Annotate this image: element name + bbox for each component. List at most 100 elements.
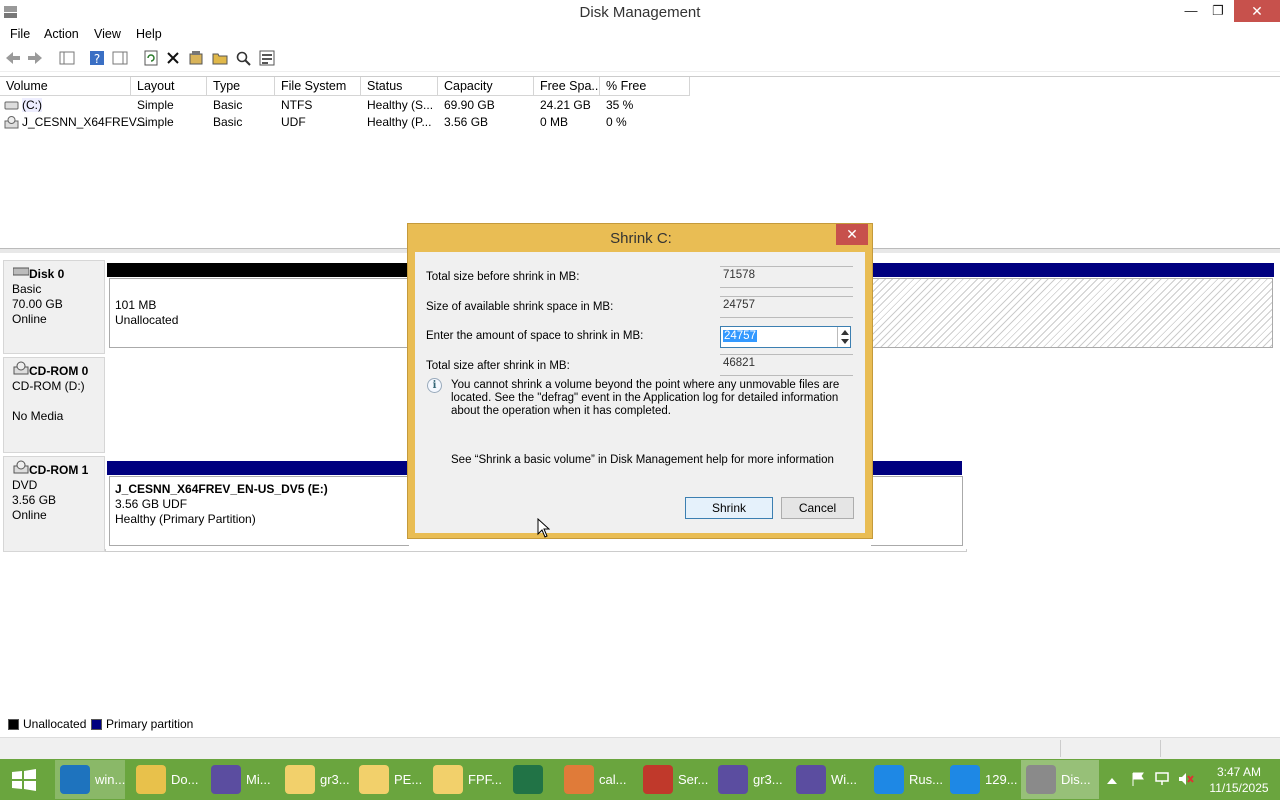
dvd-icon bbox=[13, 460, 29, 474]
taskbar-item-label: gr3... bbox=[753, 772, 783, 787]
taskbar-item[interactable]: Ser... bbox=[638, 760, 708, 799]
shrink-amount-spinner[interactable] bbox=[837, 327, 851, 347]
disk-row-border bbox=[105, 549, 967, 552]
cell-type: Basic bbox=[213, 115, 243, 129]
cell-free-space: 24.21 GB bbox=[540, 98, 591, 112]
partition-status: Healthy (Primary Partition) bbox=[115, 512, 256, 526]
taskbar-item-label: win... bbox=[95, 772, 126, 787]
column-header-volume[interactable]: Volume bbox=[0, 77, 131, 96]
taskbar-item-label: PE... bbox=[394, 772, 423, 787]
unallocated-partition[interactable]: 101 MB Unallocated bbox=[109, 278, 409, 348]
shrink-amount-input[interactable]: 24757 bbox=[720, 326, 851, 348]
disk-0-header[interactable]: Disk 0 Basic 70.00 GB Online bbox=[3, 260, 105, 354]
sync-icon bbox=[950, 765, 980, 794]
after-shrink-field: 46821 bbox=[720, 354, 853, 376]
forward-icon[interactable] bbox=[26, 49, 44, 67]
cell-capacity: 3.56 GB bbox=[444, 115, 489, 129]
start-windows-icon[interactable] bbox=[10, 769, 38, 791]
taskbar-item[interactable]: Dis... bbox=[1021, 760, 1099, 799]
disk-size bbox=[12, 394, 104, 409]
properties-icon[interactable] bbox=[187, 49, 205, 67]
dialog-title: Shrink C: bbox=[610, 230, 672, 247]
taskbar-item[interactable]: FPF... bbox=[428, 760, 502, 799]
column-header-free-space[interactable]: Free Spa... bbox=[534, 77, 600, 96]
cell-layout: Simple bbox=[137, 115, 174, 129]
legend-unallocated: Unallocated bbox=[23, 717, 87, 731]
cell-type: Basic bbox=[213, 98, 243, 112]
tray-overflow-icon[interactable] bbox=[1107, 776, 1117, 784]
partition-name: J_CESNN_X64FREV_EN-US_DV5 (E:) bbox=[115, 482, 328, 496]
table-row[interactable]: (C:) Simple Basic NTFS Healthy (S... 69.… bbox=[0, 97, 700, 114]
cell-layout: Simple bbox=[137, 98, 174, 112]
taskbar-item[interactable]: cal... bbox=[559, 760, 631, 799]
taskbar-item-label: cal... bbox=[599, 772, 627, 787]
cdrom-0-header[interactable]: CD-ROM 0 CD-ROM (D:) No Media bbox=[3, 357, 105, 453]
column-header-capacity[interactable]: Capacity bbox=[438, 77, 534, 96]
taskbar-item[interactable]: Mi... bbox=[206, 760, 274, 799]
action-center-flag-icon[interactable] bbox=[1131, 772, 1145, 786]
clock[interactable]: 3:47 AM 11/15/2025 bbox=[1200, 764, 1278, 796]
taskbar-item[interactable]: Do... bbox=[131, 760, 201, 799]
taskbar-item[interactable]: Rus... bbox=[869, 760, 943, 799]
cell-percent-free: 0 % bbox=[606, 115, 627, 129]
column-header-percent-free[interactable]: % Free bbox=[600, 77, 690, 96]
network-tray-icon[interactable] bbox=[1154, 772, 1170, 786]
info-icon: i bbox=[427, 378, 442, 393]
taskbar-item-label: Ser... bbox=[678, 772, 709, 787]
taskbar-item[interactable]: win... bbox=[55, 760, 125, 799]
column-header-status[interactable]: Status bbox=[361, 77, 438, 96]
menu-view[interactable]: View bbox=[94, 27, 121, 41]
shrink-button[interactable]: Shrink bbox=[685, 497, 773, 519]
menu-action[interactable]: Action bbox=[44, 27, 79, 41]
volume-muted-icon[interactable] bbox=[1178, 772, 1194, 786]
drive-icon bbox=[4, 101, 19, 110]
cell-status: Healthy (S... bbox=[367, 98, 434, 112]
table-row[interactable]: J_CESNN_X64FREV... Simple Basic UDF Heal… bbox=[0, 114, 700, 131]
chevron-up-icon[interactable] bbox=[841, 329, 849, 335]
maximize-button[interactable]: ❐ bbox=[1198, 0, 1238, 22]
taskbar-item[interactable]: Wi... bbox=[791, 760, 863, 799]
dialog-close-button[interactable]: ✕ bbox=[836, 224, 868, 245]
after-shrink-label: Total size after shrink in MB: bbox=[426, 360, 570, 372]
taskbar: win... Do... Mi... gr3... PE... FPF... cal... S… bbox=[0, 759, 1280, 800]
open-folder-icon[interactable] bbox=[211, 49, 229, 67]
column-header-type[interactable]: Type bbox=[207, 77, 275, 96]
taskbar-item[interactable] bbox=[508, 760, 553, 799]
shrink-dialog: Shrink C: ✕ Total size before shrink in … bbox=[407, 223, 873, 539]
search-icon[interactable] bbox=[234, 49, 252, 67]
taskbar-item[interactable]: 129... bbox=[945, 760, 1018, 799]
partition-size: 101 MB bbox=[115, 298, 157, 312]
dvd-partition[interactable]: J_CESNN_X64FREV_EN-US_DV5 (E:) 3.56 GB U… bbox=[109, 476, 409, 546]
disk-size: 3.56 GB bbox=[12, 493, 57, 507]
disk-status: Online bbox=[12, 508, 47, 522]
show-hide-action-pane-icon[interactable] bbox=[111, 49, 129, 67]
taskbar-item[interactable]: gr3... bbox=[280, 760, 350, 799]
dvd-partition-continuation[interactable] bbox=[871, 476, 963, 546]
settings-list-icon[interactable] bbox=[258, 49, 276, 67]
disk-management-icon bbox=[1026, 765, 1056, 794]
cell-percent-free: 35 % bbox=[606, 98, 634, 112]
close-button[interactable]: ✕ bbox=[1234, 0, 1280, 22]
disk-type: Basic bbox=[12, 282, 42, 296]
taskbar-item[interactable]: gr3... bbox=[713, 760, 785, 799]
clock-time: 3:47 AM bbox=[1216, 765, 1262, 779]
c-drive-partition-selected[interactable] bbox=[871, 278, 1273, 348]
taskbar-item-label: 129... bbox=[985, 772, 1018, 787]
cancel-button[interactable]: Cancel bbox=[781, 497, 854, 519]
taskbar-item-label: gr3... bbox=[320, 772, 350, 787]
column-header-layout[interactable]: Layout bbox=[131, 77, 207, 96]
delete-icon[interactable] bbox=[164, 49, 182, 67]
back-icon[interactable] bbox=[4, 49, 22, 67]
taskbar-item-label: Do... bbox=[171, 772, 199, 787]
refresh-icon[interactable] bbox=[142, 49, 160, 67]
help-icon[interactable]: ? bbox=[88, 49, 106, 67]
show-hide-console-tree-icon[interactable] bbox=[58, 49, 76, 67]
taskbar-item[interactable]: PE... bbox=[354, 760, 423, 799]
chevron-down-icon[interactable] bbox=[841, 339, 849, 345]
menu-help[interactable]: Help bbox=[136, 27, 162, 41]
column-header-file-system[interactable]: File System bbox=[275, 77, 361, 96]
menu-file[interactable]: File bbox=[10, 27, 30, 41]
folder-download-icon bbox=[136, 765, 166, 794]
cdrom-1-header[interactable]: CD-ROM 1 DVD 3.56 GB Online bbox=[3, 456, 105, 552]
shrink-amount-value: 24757 bbox=[723, 330, 757, 342]
